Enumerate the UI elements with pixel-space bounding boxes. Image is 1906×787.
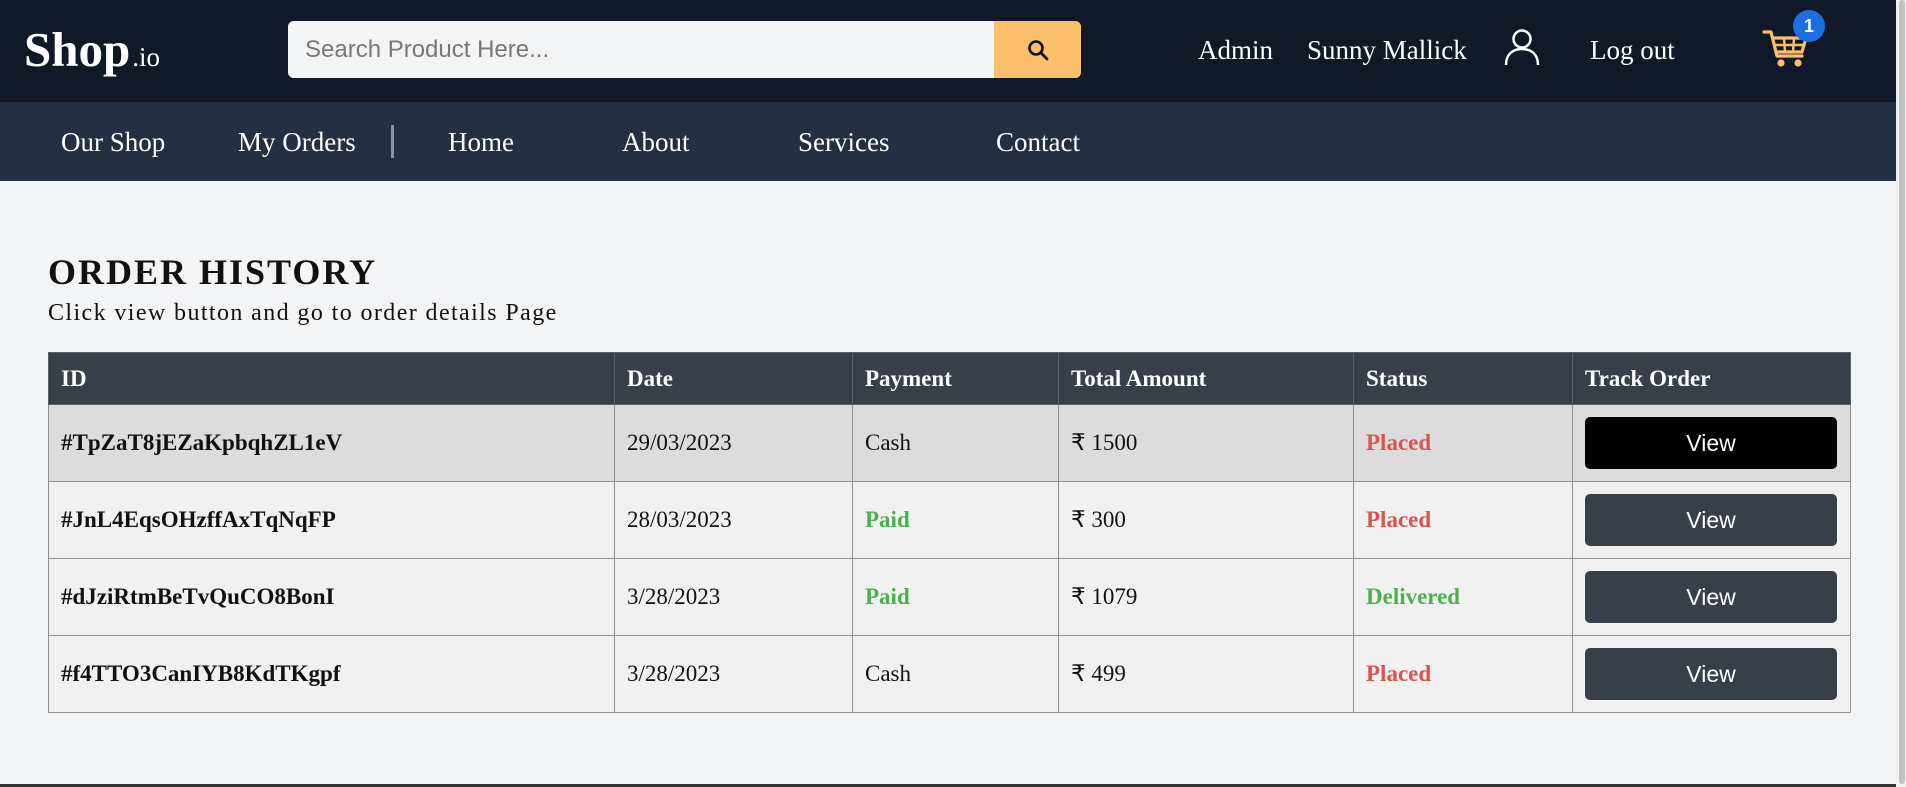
- order-date: 3/28/2023: [614, 635, 853, 713]
- payment-method: Paid: [852, 558, 1059, 636]
- track-order-cell: View: [1572, 635, 1851, 713]
- logo[interactable]: Shop.io: [24, 20, 160, 87]
- nav-my-orders[interactable]: My Orders: [238, 122, 356, 162]
- order-id: #TpZaT8jEZaKpbqhZL1eV: [48, 404, 615, 482]
- table-row: #f4TTO3CanIYB8KdTKgpf 3/28/2023 Cash ₹ 4…: [48, 635, 1851, 713]
- order-date: 3/28/2023: [614, 558, 853, 636]
- order-id: #JnL4EqsOHzffAxTqNqFP: [48, 481, 615, 559]
- secondary-nav: Our Shop My Orders Home About Services C…: [0, 102, 1896, 181]
- column-header-date: Date: [614, 352, 853, 405]
- column-header-id: ID: [48, 352, 615, 405]
- nav-contact[interactable]: Contact: [996, 122, 1080, 162]
- order-amount: ₹ 1500: [1058, 404, 1354, 482]
- track-order-cell: View: [1572, 404, 1851, 482]
- column-header-track-order: Track Order: [1572, 352, 1851, 405]
- payment-method: Cash: [852, 404, 1059, 482]
- view-order-button[interactable]: View: [1585, 571, 1837, 623]
- order-history-table: ID Date Payment Total Amount Status Trac…: [48, 352, 1851, 713]
- order-status: Placed: [1353, 404, 1573, 482]
- order-status: Placed: [1353, 481, 1573, 559]
- search-icon: [1027, 39, 1048, 60]
- scrollbar-thumb[interactable]: [1899, 0, 1905, 784]
- search-bar: [288, 21, 1081, 78]
- user-name-link[interactable]: Sunny Mallick: [1307, 30, 1467, 70]
- track-order-cell: View: [1572, 481, 1851, 559]
- order-id: #dJziRtmBeTvQuCO8BonI: [48, 558, 615, 636]
- table-row: #dJziRtmBeTvQuCO8BonI 3/28/2023 Paid ₹ 1…: [48, 558, 1851, 636]
- nav-divider: [391, 125, 394, 158]
- order-id: #f4TTO3CanIYB8KdTKgpf: [48, 635, 615, 713]
- nav-our-shop[interactable]: Our Shop: [61, 122, 165, 162]
- logout-link[interactable]: Log out: [1590, 30, 1675, 70]
- view-order-button[interactable]: View: [1585, 494, 1837, 546]
- order-status: Delivered: [1353, 558, 1573, 636]
- column-header-total-amount: Total Amount: [1058, 352, 1354, 405]
- order-status: Placed: [1353, 635, 1573, 713]
- page-title: ORDER HISTORY: [48, 252, 378, 292]
- page-subtitle: Click view button and go to order detail…: [48, 300, 558, 326]
- order-amount: ₹ 499: [1058, 635, 1354, 713]
- admin-link[interactable]: Admin: [1198, 30, 1273, 70]
- search-button[interactable]: [994, 21, 1081, 78]
- column-header-payment: Payment: [852, 352, 1059, 405]
- nav-about[interactable]: About: [622, 122, 690, 162]
- nav-services[interactable]: Services: [798, 122, 889, 162]
- cart-count-badge: 1: [1793, 10, 1825, 42]
- nav-home[interactable]: Home: [448, 122, 514, 162]
- view-order-button[interactable]: View: [1585, 417, 1837, 469]
- order-amount: ₹ 1079: [1058, 558, 1354, 636]
- table-header-row: ID Date Payment Total Amount Status Trac…: [48, 352, 1851, 405]
- table-row: #TpZaT8jEZaKpbqhZL1eV 29/03/2023 Cash ₹ …: [48, 404, 1851, 482]
- logo-main: Shop: [24, 22, 131, 77]
- order-date: 28/03/2023: [614, 481, 853, 559]
- track-order-cell: View: [1572, 558, 1851, 636]
- order-amount: ₹ 300: [1058, 481, 1354, 559]
- table-row: #JnL4EqsOHzffAxTqNqFP 28/03/2023 Paid ₹ …: [48, 481, 1851, 559]
- top-header: Shop.io Admin Sunny Mallick Log out 1: [0, 0, 1896, 102]
- user-icon[interactable]: [1502, 27, 1542, 67]
- payment-method: Paid: [852, 481, 1059, 559]
- view-order-button[interactable]: View: [1585, 648, 1837, 700]
- search-input[interactable]: [288, 21, 994, 78]
- payment-method: Cash: [852, 635, 1059, 713]
- column-header-status: Status: [1353, 352, 1573, 405]
- order-date: 29/03/2023: [614, 404, 853, 482]
- logo-tld: .io: [132, 42, 161, 72]
